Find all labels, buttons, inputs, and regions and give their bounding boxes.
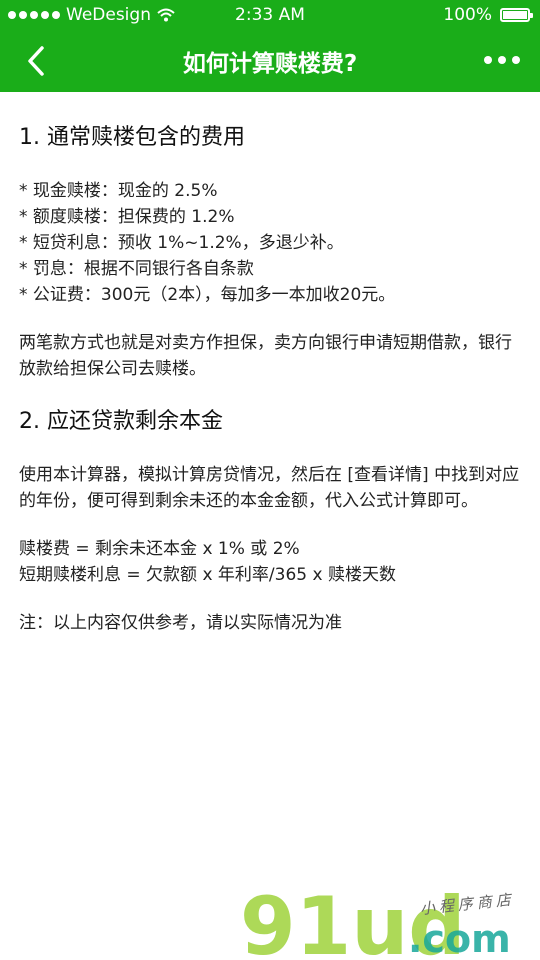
watermark-logo: 91ud .com 小程序商店: [240, 882, 516, 960]
formula-redemption-fee: 赎楼费 = 剩余未还本金 x 1% 或 2%: [19, 539, 300, 559]
navigation-bar: 如何计算赎楼费?: [0, 30, 540, 92]
fee-item-quota: * 额度赎楼：担保费的 1.2%: [19, 207, 235, 227]
watermark-domain: .com: [408, 917, 511, 960]
page-title: 如何计算赎楼费?: [182, 51, 358, 77]
section-paragraph-principal: 使用本计算器，模拟计算房贷情况，然后在 [查看详情] 中找到对应的年份，便可得到…: [19, 465, 520, 511]
battery-icon: [500, 8, 533, 22]
battery-label: 100%: [443, 5, 492, 25]
more-icon[interactable]: [484, 52, 520, 68]
article-content: 1. 通常赎楼包含的费用 * 现金赎楼：现金的 2.5% * 额度赎楼：担保费的…: [19, 120, 524, 636]
section-paragraph-fees: 两笔款方式也就是对卖方作担保，卖方向银行申请短期借款，银行放款给担保公司去赎楼。: [19, 333, 512, 379]
fee-item-cash: * 现金赎楼：现金的 2.5%: [19, 181, 218, 201]
fee-item-short-loan: * 短贷利息：预收 1%~1.2%，多退少补。: [19, 233, 344, 253]
section-heading-fees: 1. 通常赎楼包含的费用: [19, 125, 245, 150]
status-bar: WeDesign 2:33 AM 100%: [0, 0, 540, 30]
fee-item-penalty: * 罚息：根据不同银行各自条款: [19, 259, 254, 279]
disclaimer-note: 注：以上内容仅供参考，请以实际情况为准: [19, 613, 342, 633]
section-heading-principal: 2. 应还贷款剩余本金: [19, 409, 223, 434]
app-header: WeDesign 2:33 AM 100% 如何计算赎楼费?: [0, 0, 540, 92]
fee-item-notary: * 公证费：300元（2本），每加多一本加收20元。: [19, 285, 396, 305]
formula-short-interest: 短期赎楼利息 = 欠款额 x 年利率/365 x 赎楼天数: [19, 565, 396, 585]
status-right: 100%: [443, 5, 533, 25]
